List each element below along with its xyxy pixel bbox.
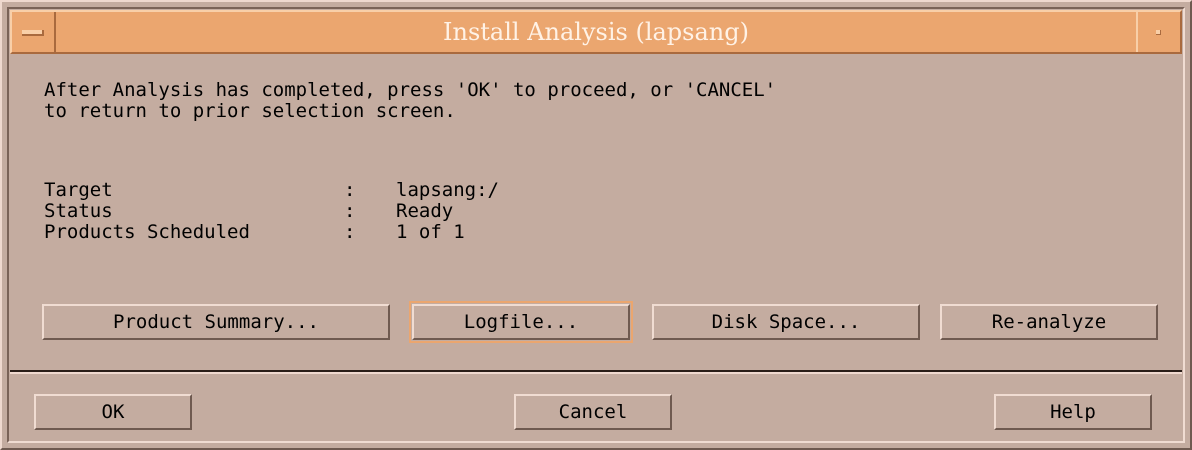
products-value: 1 of 1 — [396, 221, 465, 243]
status-separator: : — [344, 200, 356, 222]
cancel-button[interactable]: Cancel — [514, 394, 672, 430]
target-row: Target: lapsang:/ — [44, 180, 499, 201]
reanalyze-button[interactable]: Re-analyze — [940, 304, 1158, 340]
instruction-message: After Analysis has completed, press 'OK'… — [44, 80, 776, 122]
status-row: Status: Ready — [44, 201, 453, 222]
title-bar[interactable]: Install Analysis (lapsang) — [10, 10, 1182, 54]
target-value: lapsang:/ — [396, 179, 499, 201]
products-separator: : — [344, 221, 356, 243]
instruction-line-1: After Analysis has completed, press 'OK'… — [44, 79, 777, 101]
maximize-button[interactable] — [1136, 12, 1180, 52]
products-label: Products Scheduled — [44, 221, 250, 243]
button-separator — [10, 370, 1182, 374]
maximize-icon — [1156, 30, 1161, 35]
ok-button[interactable]: OK — [34, 394, 192, 430]
window-menu-button[interactable] — [12, 12, 56, 52]
instruction-line-2: to return to prior selection screen. — [44, 100, 456, 122]
target-separator: : — [344, 179, 356, 201]
window-menu-icon — [22, 30, 44, 36]
status-value: Ready — [396, 200, 454, 222]
products-row: Products Scheduled: 1 of 1 — [44, 222, 465, 243]
product-summary-button[interactable]: Product Summary... — [42, 304, 390, 340]
window-title: Install Analysis (lapsang) — [443, 18, 749, 46]
status-label: Status — [44, 200, 113, 222]
help-button[interactable]: Help — [994, 394, 1152, 430]
logfile-button[interactable]: Logfile... — [409, 301, 633, 343]
target-label: Target — [44, 179, 113, 201]
disk-space-button[interactable]: Disk Space... — [652, 304, 920, 340]
install-analysis-dialog: Install Analysis (lapsang) After Analysi… — [0, 0, 1192, 450]
